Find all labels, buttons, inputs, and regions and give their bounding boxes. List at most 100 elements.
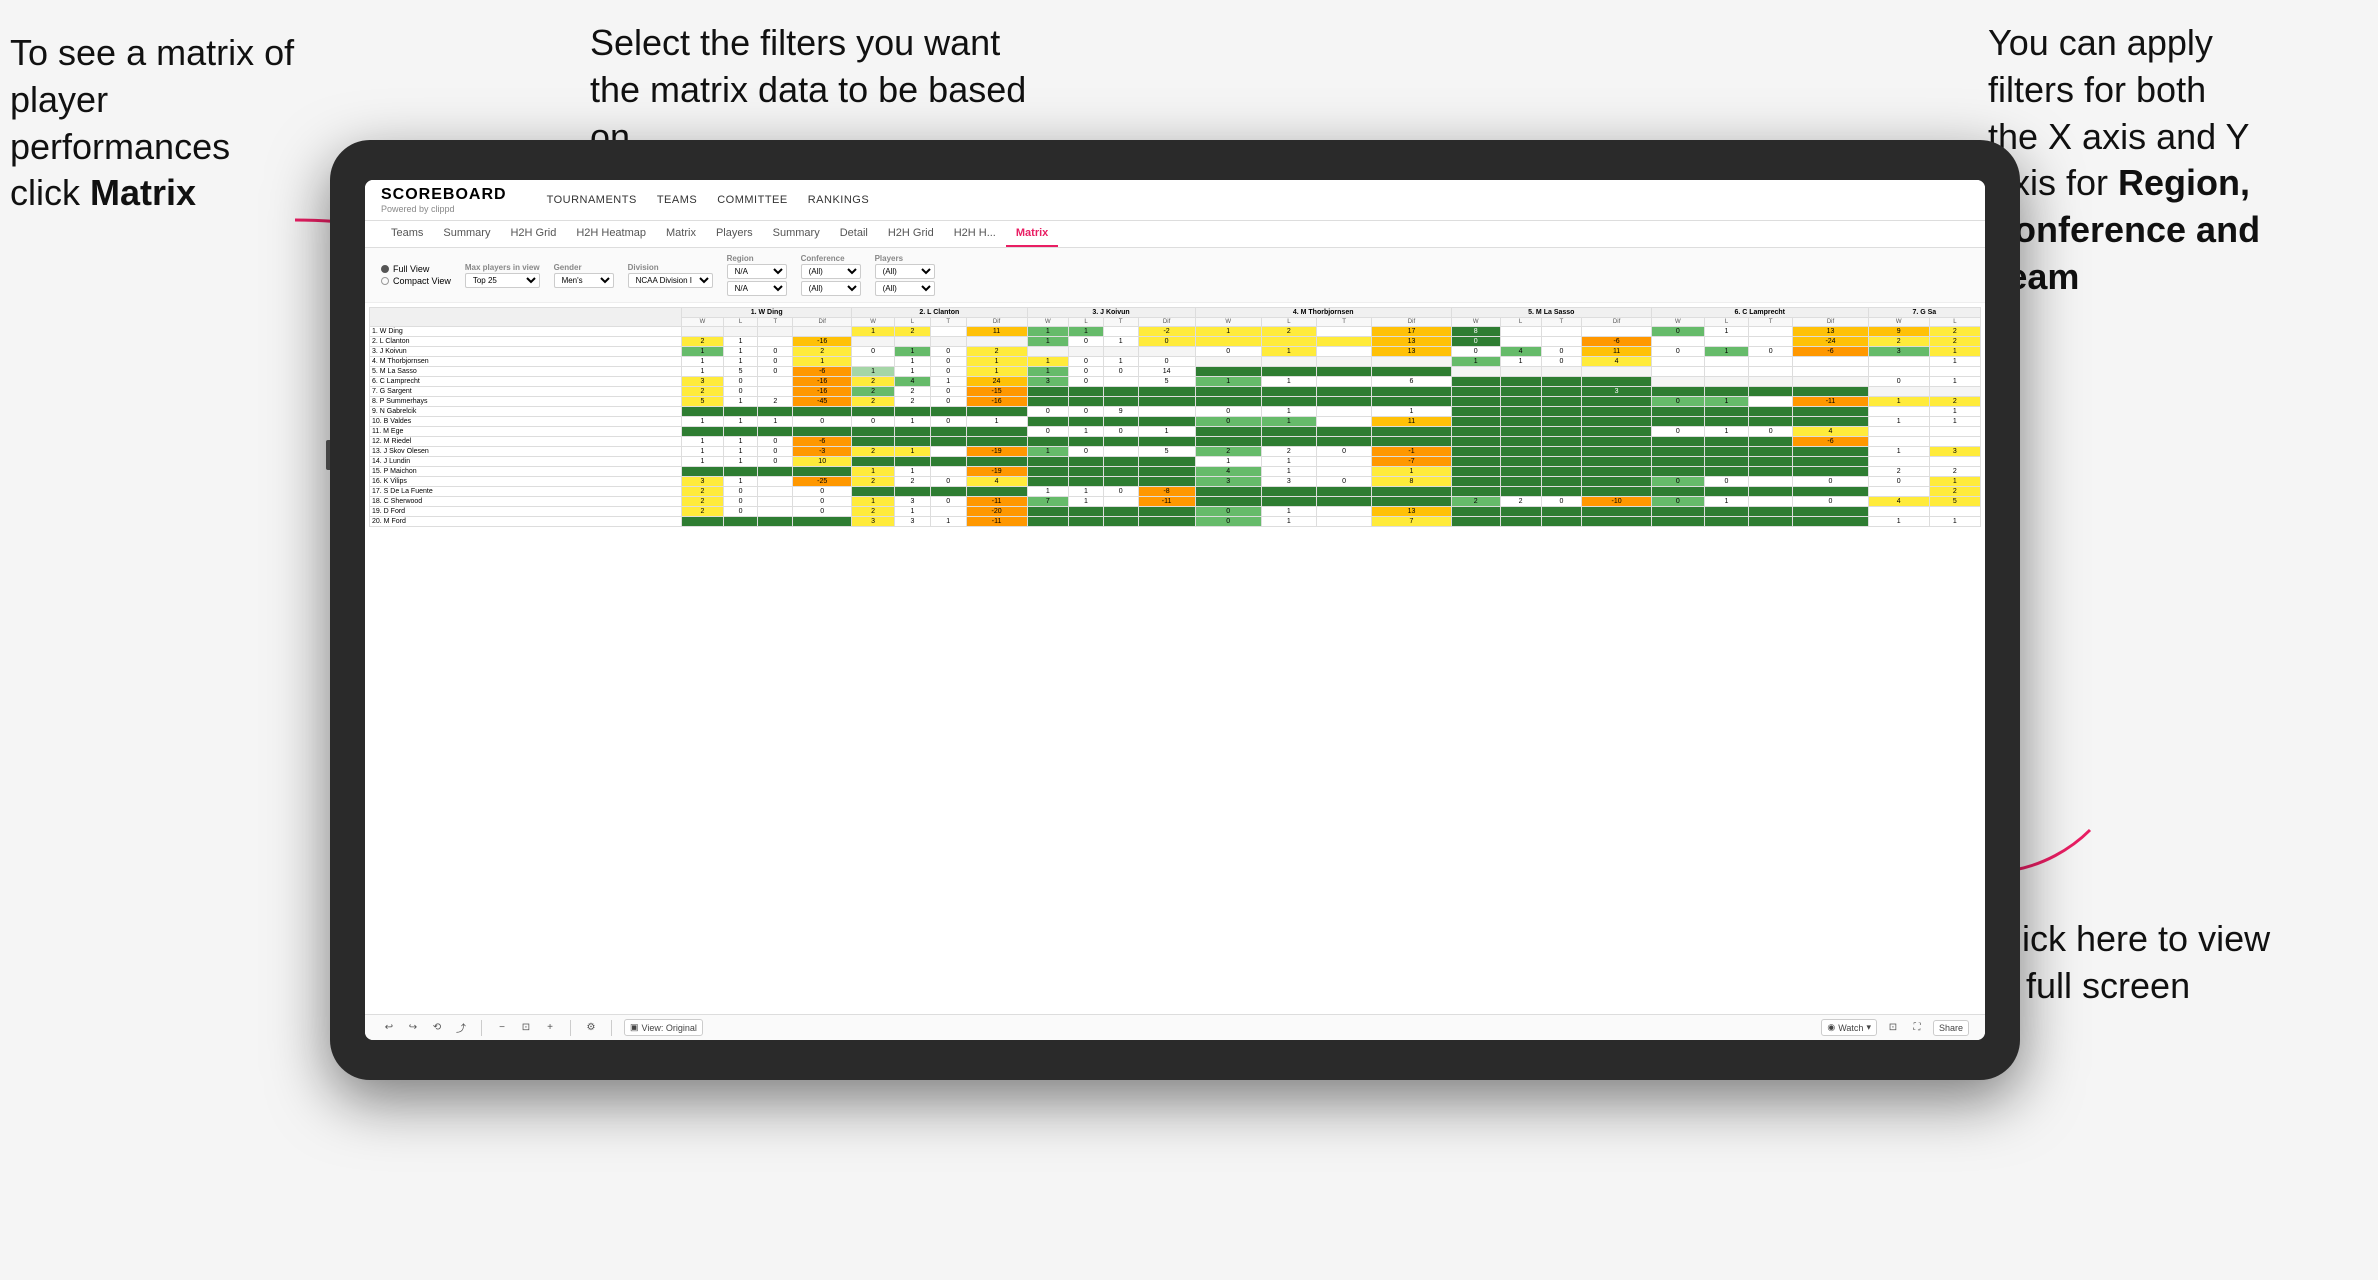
subnav-h2h-grid2[interactable]: H2H Grid — [878, 221, 944, 247]
cell: 1 — [1929, 357, 1980, 367]
cell: 2 — [852, 447, 895, 457]
share-button[interactable]: Share — [1933, 1020, 1969, 1036]
cell: 0 — [1749, 427, 1793, 437]
cell: 0 — [1651, 327, 1704, 337]
cell — [966, 487, 1027, 497]
gender-select[interactable]: Men's — [554, 273, 614, 288]
cell: 1 — [723, 457, 758, 467]
undo2-icon[interactable]: ⟲ — [429, 1020, 445, 1036]
full-view-radio[interactable]: Full View — [381, 264, 451, 274]
player-name-10: 10. B Valdes — [370, 417, 682, 427]
subnav-summary2[interactable]: Summary — [763, 221, 830, 247]
cell: 0 — [1651, 427, 1704, 437]
cell: 4 — [895, 377, 931, 387]
subnav-h2h-heatmap[interactable]: H2H Heatmap — [566, 221, 656, 247]
cell — [758, 377, 793, 387]
cell: 3 — [1027, 377, 1069, 387]
subnav-detail[interactable]: Detail — [830, 221, 878, 247]
subnav-h2h-grid[interactable]: H2H Grid — [500, 221, 566, 247]
view-original-button[interactable]: ▣ View: Original — [624, 1019, 703, 1036]
cell — [1069, 437, 1104, 447]
cell: 9 — [1103, 407, 1138, 417]
cell — [682, 517, 724, 527]
compact-view-label: Compact View — [393, 276, 451, 286]
max-players-select[interactable]: Top 25 — [465, 273, 540, 288]
cell: 1 — [895, 507, 931, 517]
compact-view-radio[interactable]: Compact View — [381, 276, 451, 286]
conference-filter: Conference (All) (All) — [801, 254, 861, 296]
region-select-x[interactable]: N/A — [727, 264, 787, 279]
watch-button[interactable]: ◉ Watch ▾ — [1821, 1019, 1877, 1036]
minus-icon[interactable]: − — [494, 1020, 510, 1036]
cell — [1316, 347, 1371, 357]
subnav-matrix-left[interactable]: Matrix — [656, 221, 706, 247]
sub-dif4: Dif — [1372, 318, 1452, 327]
cell — [1651, 407, 1704, 417]
table-row: 4. M Thorbjornsen 1101 101 1010 1104 1 — [370, 357, 1981, 367]
table-row: 20. M Ford 331-11 017 11 — [370, 517, 1981, 527]
cell — [1500, 337, 1541, 347]
cast-icon[interactable]: ⊡ — [1885, 1020, 1901, 1036]
cell: 5 — [682, 397, 724, 407]
conference-select-y[interactable]: (All) — [801, 281, 861, 296]
nav-rankings[interactable]: RANKINGS — [808, 190, 869, 210]
cell — [1316, 437, 1371, 447]
cell — [930, 437, 966, 447]
players-select-y[interactable]: (All) — [875, 281, 935, 296]
share-icon-small[interactable]: ⤴ — [453, 1020, 469, 1036]
cell — [1541, 377, 1582, 387]
nav-teams[interactable]: TEAMS — [657, 190, 697, 210]
settings-icon[interactable]: ⚙ — [583, 1020, 599, 1036]
cell — [1704, 387, 1748, 397]
cell: 1 — [895, 347, 931, 357]
subnav-teams[interactable]: Teams — [381, 221, 433, 247]
cell: 1 — [895, 447, 931, 457]
cell: 1 — [1704, 347, 1748, 357]
nav-committee[interactable]: COMMITTEE — [717, 190, 788, 210]
cell — [1261, 427, 1316, 437]
cell — [1316, 417, 1371, 427]
conference-select-x[interactable]: (All) — [801, 264, 861, 279]
cell — [1651, 387, 1704, 397]
cell: -19 — [966, 467, 1027, 477]
subnav-h2h2[interactable]: H2H H... — [944, 221, 1006, 247]
cell — [1261, 397, 1316, 407]
sub-l5: L — [1500, 318, 1541, 327]
cell: 1 — [852, 497, 895, 507]
fit-icon[interactable]: ⊡ — [518, 1020, 534, 1036]
cell: 1 — [723, 397, 758, 407]
region-select-y[interactable]: N/A — [727, 281, 787, 296]
cell — [1103, 347, 1138, 357]
cell — [1195, 427, 1261, 437]
cell — [1749, 397, 1793, 407]
cell: 7 — [1027, 497, 1069, 507]
subnav-matrix-active[interactable]: Matrix — [1006, 221, 1058, 247]
cell — [1027, 467, 1069, 477]
division-select[interactable]: NCAA Division I — [628, 273, 713, 288]
cell — [1749, 367, 1793, 377]
table-row: 9. N Gabrelcik 009 011 1 — [370, 407, 1981, 417]
conference-label: Conference — [801, 254, 861, 263]
nav-tournaments[interactable]: TOURNAMENTS — [547, 190, 637, 210]
watch-label: Watch — [1838, 1023, 1863, 1033]
players-select-x[interactable]: (All) — [875, 264, 935, 279]
fullscreen-icon[interactable]: ⛶ — [1909, 1020, 1925, 1036]
cell — [1195, 337, 1261, 347]
cell — [682, 427, 724, 437]
cell: 1 — [1704, 327, 1748, 337]
cell — [1749, 447, 1793, 457]
player-name-8: 8. P Summerhays — [370, 397, 682, 407]
annotation-line1: To see a matrix of — [10, 32, 294, 73]
cell — [723, 427, 758, 437]
subnav-summary[interactable]: Summary — [433, 221, 500, 247]
sub-t1: T — [758, 318, 793, 327]
undo-icon[interactable]: ↩ — [381, 1020, 397, 1036]
plus-icon[interactable]: + — [542, 1020, 558, 1036]
subnav-players[interactable]: Players — [706, 221, 763, 247]
redo-icon[interactable]: ↪ — [405, 1020, 421, 1036]
cell: 1 — [723, 337, 758, 347]
cell: 1 — [682, 437, 724, 447]
sub-l7: L — [1929, 318, 1980, 327]
compact-view-radio-dot — [381, 277, 389, 285]
cell — [1138, 457, 1195, 467]
